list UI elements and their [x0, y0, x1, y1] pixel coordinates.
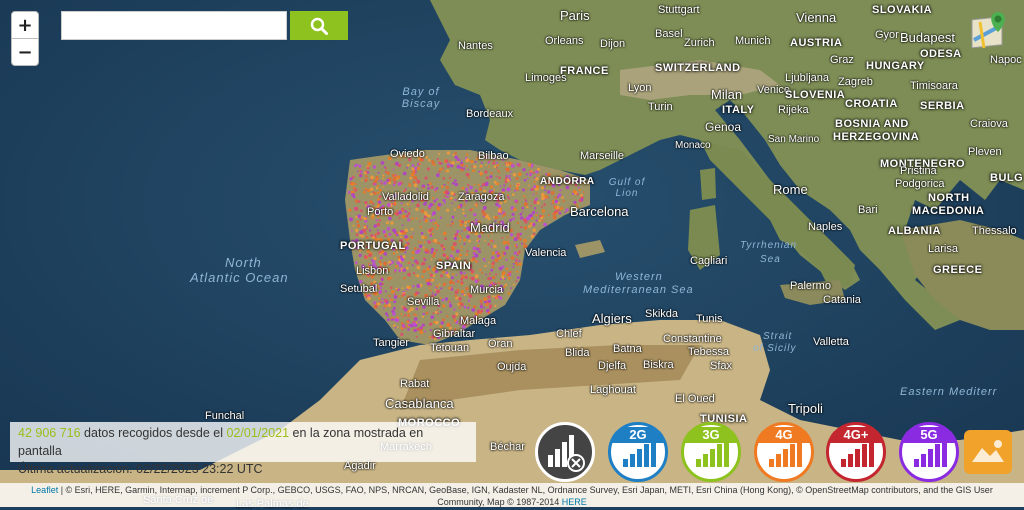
- filter-button-3g[interactable]: 3G: [681, 422, 741, 482]
- filter-button-2g[interactable]: 2G: [608, 422, 668, 482]
- filter-button-5g[interactable]: 5G: [899, 422, 959, 482]
- leaflet-link[interactable]: Leaflet: [31, 485, 58, 495]
- stats-date: 02/01/2021: [226, 426, 290, 440]
- no-coverage-filter-button[interactable]: [535, 422, 595, 482]
- filter-button-4g[interactable]: 4G: [754, 422, 814, 482]
- stats-count: 42 906 716: [18, 426, 81, 440]
- layers-icon: [972, 440, 1004, 462]
- attribution-line2: Community, Map © 1987-2014: [437, 497, 562, 507]
- signal-bars-icon: [841, 439, 874, 467]
- signal-bars-icon: [769, 439, 802, 467]
- search-button[interactable]: [290, 11, 348, 40]
- signal-bars-icon: [914, 439, 947, 467]
- stats-line-1: 42 906 716 datos recogidos desde el 02/0…: [18, 424, 468, 460]
- layers-button[interactable]: [964, 430, 1012, 474]
- stats-updated: Última actualización: 02/22/2023 23:22 U…: [18, 462, 263, 476]
- no-signal-icon: [548, 435, 585, 472]
- filter-button-4g-plus[interactable]: 4G+: [826, 422, 886, 482]
- attribution-text: | © Esri, HERE, Garmin, Intermap, increm…: [58, 485, 993, 495]
- here-link[interactable]: HERE: [562, 497, 587, 507]
- zoom-out-button[interactable]: −: [11, 38, 39, 66]
- zoom-in-button[interactable]: +: [11, 11, 39, 39]
- land-corsica: [700, 168, 716, 200]
- map-app-icon[interactable]: [970, 10, 1012, 52]
- signal-bars-icon: [696, 439, 729, 467]
- stats-panel: 42 906 716 datos recogidos desde el 02/0…: [10, 422, 476, 476]
- stats-mid: datos recogidos desde el: [80, 426, 227, 440]
- signal-bars-icon: [623, 439, 656, 467]
- map-attribution: Leaflet | © Esri, HERE, Garmin, Intermap…: [0, 483, 1024, 507]
- search-input[interactable]: [61, 11, 287, 40]
- search-icon: [310, 17, 328, 35]
